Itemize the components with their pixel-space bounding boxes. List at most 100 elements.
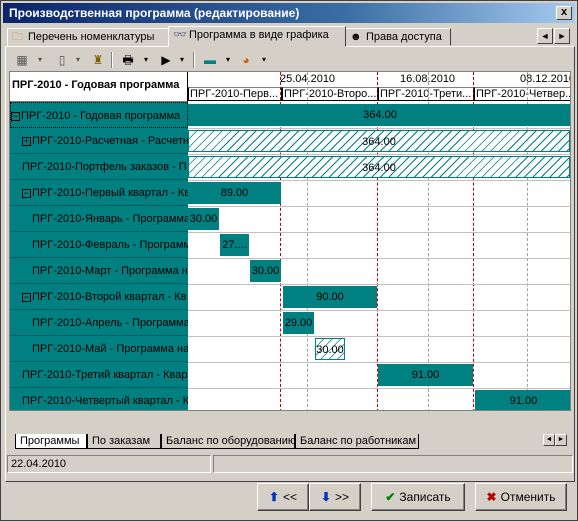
tree-row[interactable]: ПРГ-2010-Январь - Программа xyxy=(10,206,188,232)
toolbar-separator xyxy=(193,52,195,68)
gantt-bar-planned[interactable]: 364.00 xyxy=(188,130,570,152)
tab-access-rights[interactable]: ☻ Права доступа xyxy=(345,28,451,46)
toolbar-separator xyxy=(111,52,113,68)
gantt-bar[interactable]: 90.00 xyxy=(283,286,377,308)
tab-strip: 🗀 Перечень номенклатуры 👓 Программа в ви… xyxy=(5,26,575,47)
checkmark-icon: ✔ xyxy=(385,490,396,504)
gantt-view-icon[interactable]: ▬ xyxy=(201,51,219,69)
tab-schedule[interactable]: 👓 Программа в виде графика xyxy=(168,26,346,47)
arrow-down-icon: ⬇ xyxy=(320,490,332,504)
row-label: ПРГ-2010-Май - Программа на xyxy=(32,343,188,355)
cancel-button[interactable]: ✖ Отменить xyxy=(475,483,567,511)
grid-icon[interactable]: ▦ xyxy=(13,51,31,69)
row-label: ПРГ-2010-Третий квартал - Квар xyxy=(22,369,188,381)
status-panel xyxy=(213,455,573,473)
row-separator xyxy=(188,180,570,181)
gantt-bar[interactable]: 91.00 xyxy=(475,390,570,410)
quarter-header: ПРГ-2010-Второ... xyxy=(282,87,378,101)
bottom-tab-workers-balance[interactable]: Баланс по работникам xyxy=(295,434,419,449)
collapse-icon[interactable]: − xyxy=(11,111,20,121)
row-label: ПРГ-2010-Расчетная - Расчетная xyxy=(32,135,188,147)
dropdown-arrow-icon[interactable]: ▾ xyxy=(69,51,87,69)
close-button[interactable]: x xyxy=(556,6,572,20)
row-separator xyxy=(188,284,570,285)
gantt-bar[interactable]: 89.00 xyxy=(188,182,281,204)
dropdown-arrow-icon[interactable]: ▾ xyxy=(137,51,155,69)
tree-row[interactable]: ПРГ-2010-Май - Программа на xyxy=(10,336,188,362)
chart-icon[interactable]: ◕ xyxy=(237,51,255,69)
row-separator xyxy=(188,388,570,389)
collapse-icon[interactable]: − xyxy=(22,292,31,302)
bottom-tab-by-orders[interactable]: По заказам xyxy=(87,434,161,449)
tree-row[interactable]: ПРГ-2010-Февраль - Программ xyxy=(10,232,188,258)
status-date: 22.04.2010 xyxy=(7,455,211,473)
row-label: ПРГ-2010-Февраль - Программ xyxy=(32,239,188,251)
next-button[interactable]: ⬇ >> xyxy=(309,483,361,511)
window-title: Производственная программа (редактирован… xyxy=(9,6,300,20)
dropdown-arrow-icon[interactable]: ▾ xyxy=(173,51,191,69)
bottom-tab-programs[interactable]: Программы xyxy=(15,434,87,449)
tab-scroll-right[interactable]: ► xyxy=(554,28,570,44)
tree-row[interactable]: − ПРГ-2010 - Годовая программа xyxy=(10,102,188,128)
glasses-icon: 👓 xyxy=(173,29,187,41)
folder-icon: 🗀 xyxy=(12,31,23,43)
cross-icon: ✖ xyxy=(486,490,497,504)
tree-row[interactable]: − ПРГ-2010-Второй квартал - Кв xyxy=(10,284,188,310)
save-button[interactable]: ✔ Записать xyxy=(371,483,465,511)
tree-row[interactable]: ПРГ-2010-Четвертый квартал - К xyxy=(10,388,188,410)
next-label: >> xyxy=(335,490,350,504)
quarter-header: ПРГ-2010-Трети... xyxy=(378,87,474,101)
row-separator xyxy=(188,206,570,207)
tree-row[interactable]: ПРГ-2010-Март - Программа на xyxy=(10,258,188,284)
tab-scroll-left[interactable]: ◄ xyxy=(537,28,553,44)
sheet-scroll-right[interactable]: ► xyxy=(555,434,567,446)
quarter-header: ПРГ-2010-Перв... xyxy=(188,87,282,101)
gantt-bar[interactable]: 30.00 xyxy=(250,260,281,282)
prev-label: << xyxy=(283,490,298,504)
tree-row[interactable]: ПРГ-2010-Портфель заказов - П xyxy=(10,154,188,180)
tab-nomenclature[interactable]: 🗀 Перечень номенклатуры xyxy=(7,28,169,46)
save-label: Записать xyxy=(399,490,451,504)
row-label: ПРГ-2010-Портфель заказов - П xyxy=(22,161,187,173)
dropdown-arrow-icon[interactable]: ▾ xyxy=(219,51,237,69)
gantt-header-title: ПРГ-2010 - Годовая программа xyxy=(10,72,188,102)
main-window: Производственная программа (редактирован… xyxy=(0,0,578,521)
title-bar: Производственная программа (редактирован… xyxy=(3,3,575,23)
row-label: ПРГ-2010-Первый квартал - Кв xyxy=(32,187,188,199)
dropdown-arrow-icon[interactable]: ▾ xyxy=(31,51,49,69)
fill-icon[interactable]: ♜ xyxy=(89,51,107,69)
dropdown-arrow-icon[interactable]: ▾ xyxy=(255,51,273,69)
bottom-tab-equipment-balance[interactable]: Баланс по оборудованию xyxy=(161,434,296,449)
row-label: ПРГ-2010-Январь - Программа xyxy=(32,213,188,225)
sheet-scroll-left[interactable]: ◄ xyxy=(543,434,555,446)
gantt-bar[interactable]: 91.00 xyxy=(378,364,473,386)
tree-row[interactable]: ПРГ-2010-Апрель - Программа xyxy=(10,310,188,336)
row-separator xyxy=(188,336,570,337)
gantt-chart: ПРГ-2010 - Годовая программа 25.04.2010 … xyxy=(9,71,571,411)
expand-icon[interactable]: + xyxy=(22,136,31,146)
gantt-bar[interactable]: 364.00 xyxy=(188,104,570,126)
row-separator xyxy=(188,362,570,363)
tree-row[interactable]: + ПРГ-2010-Расчетная - Расчетная xyxy=(10,128,188,154)
arrow-up-icon: ⬆ xyxy=(268,490,280,504)
gantt-bar[interactable]: 30.00 xyxy=(188,208,219,230)
gantt-bar[interactable]: 29.00 xyxy=(283,312,314,334)
tree-row[interactable]: − ПРГ-2010-Первый квартал - Кв xyxy=(10,180,188,206)
gantt-bar-planned[interactable]: 364.00 xyxy=(188,156,570,178)
print-icon[interactable]: 🖶 xyxy=(119,51,137,69)
tree-row[interactable]: ПРГ-2010-Третий квартал - Квар xyxy=(10,362,188,388)
gantt-bar[interactable]: 27.... xyxy=(220,234,249,256)
user-icon: ☻ xyxy=(350,31,362,43)
prev-button[interactable]: ⬆ << xyxy=(257,483,309,511)
row-label: ПРГ-2010-Второй квартал - Кв xyxy=(32,291,187,303)
cancel-label: Отменить xyxy=(500,490,556,504)
quarter-header: ПРГ-2010-Четвер... xyxy=(474,87,571,101)
gantt-bar-planned[interactable]: 30.00 xyxy=(315,338,345,360)
row-separator xyxy=(188,154,570,155)
status-bar: 22.04.2010 xyxy=(5,455,575,473)
toolbar: ▦ ▾ ▯ ▾ ♜ 🖶 ▾ ▶ ▾ ▬ ▾ ◕ ▾ xyxy=(9,49,569,71)
tab-access-rights-label: Права доступа xyxy=(366,31,442,43)
bottom-tab-strip: Программы По заказам Баланс по оборудова… xyxy=(9,434,569,450)
collapse-icon[interactable]: − xyxy=(22,188,31,198)
row-label: ПРГ-2010-Март - Программа на xyxy=(32,265,188,277)
